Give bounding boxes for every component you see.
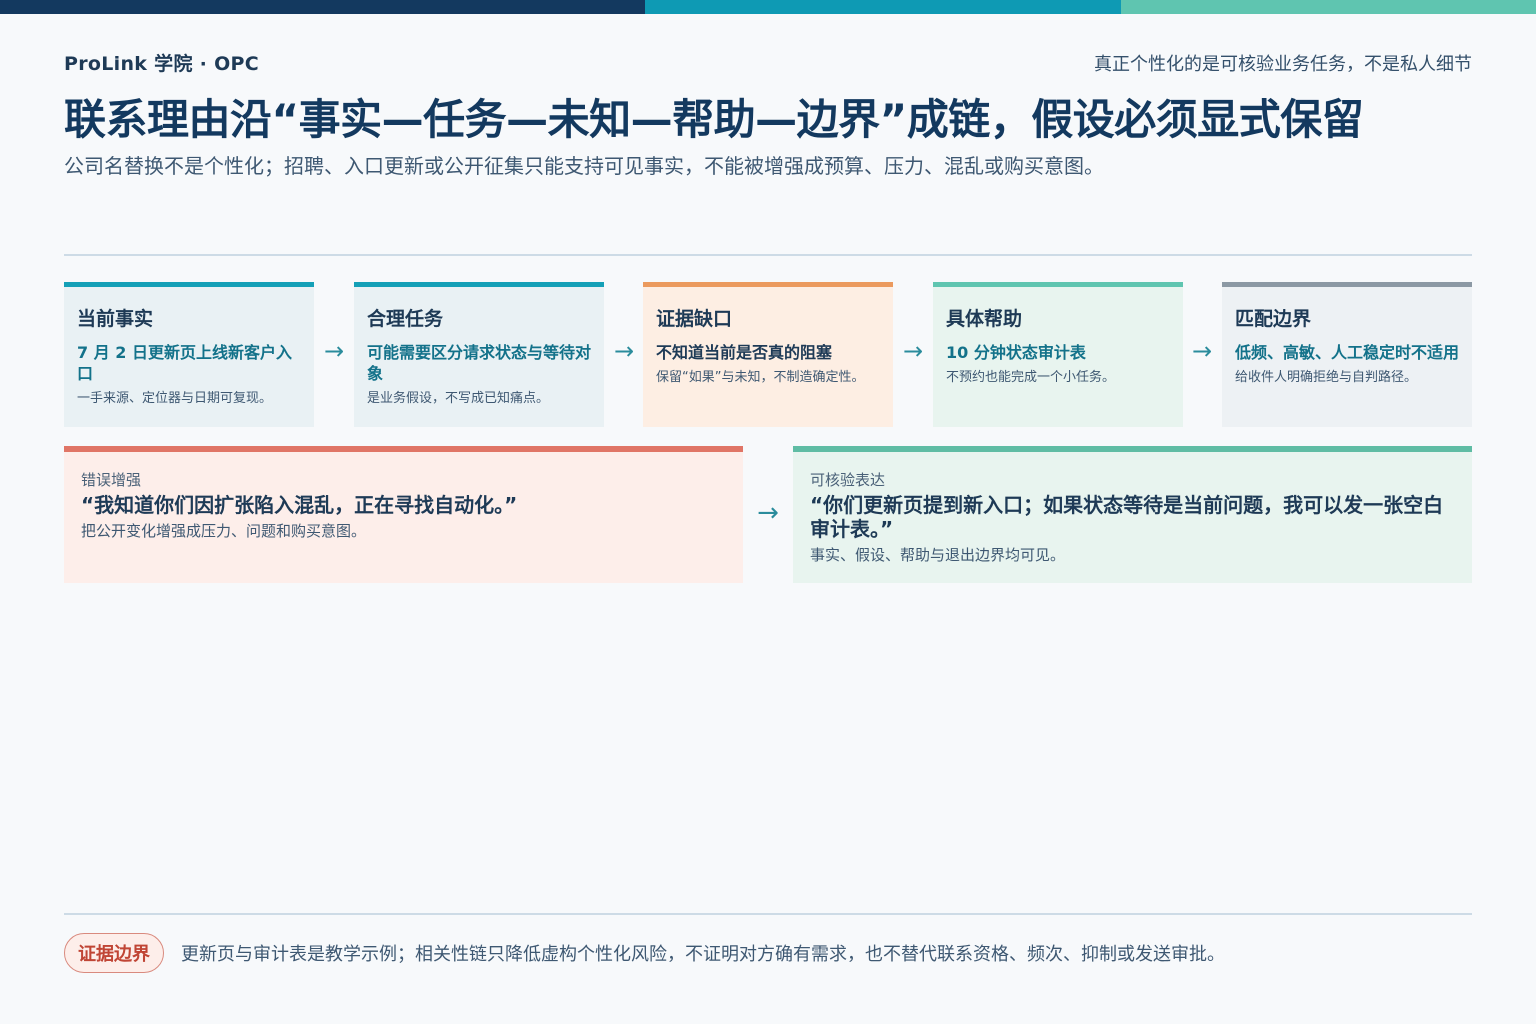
brand-label: ProLink 学院 · OPC [64, 53, 260, 75]
step-detail: 低频、高敏、人工稳定时不适用 [1235, 343, 1460, 362]
step-heading: 证据缺口 [656, 308, 733, 330]
step-detail: 可能需要区分请求状态与等待对象 [367, 343, 592, 383]
right-arrow-icon: → [902, 337, 924, 365]
card-label: 可核验表达 [810, 471, 886, 489]
step-detail: 不知道当前是否真的阻塞 [656, 343, 833, 362]
accent-segment-mint [1121, 0, 1536, 14]
right-arrow-icon: → [757, 498, 779, 528]
step-match-boundary: 匹配边界 低频、高敏、人工稳定时不适用 给收件人明确拒绝与自判路径。 [1222, 282, 1472, 427]
accent-segment-navy [0, 0, 645, 14]
tagline: 真正个性化的是可核验业务任务，不是私人细节 [1094, 54, 1472, 75]
card-quote: “你们更新页提到新入口；如果状态等待是当前问题，我可以发一张空白审计表。” [810, 493, 1444, 541]
footer-text: 更新页与审计表是教学示例；相关性链只降低虚构个性化风险，不证明对方确有需求，也不… [181, 944, 1225, 965]
step-detail: 7 月 2 日更新页上线新客户入口 [77, 343, 292, 383]
step-note: 不预约也能完成一个小任务。 [946, 370, 1116, 385]
step-heading: 匹配边界 [1235, 308, 1312, 330]
step-evidence-gap: 证据缺口 不知道当前是否真的阻塞 保留“如果”与未知，不制造确定性。 [643, 282, 893, 427]
right-arrow-icon: → [1191, 337, 1213, 365]
step-current-fact: 当前事实 7 月 2 日更新页上线新客户入口 一手来源、定位器与日期可复现。 [64, 282, 314, 427]
evidence-boundary-badge: 证据边界 [64, 933, 164, 973]
verifiable-expression-card: 可核验表达 “你们更新页提到新入口；如果状态等待是当前问题，我可以发一张空白审计… [793, 446, 1472, 583]
card-label: 错误增强 [81, 471, 142, 489]
step-note: 是业务假设，不写成已知痛点。 [367, 391, 550, 406]
top-accent-bar [0, 0, 1536, 14]
card-description: 事实、假设、帮助与退出边界均可见。 [810, 546, 1066, 564]
right-arrow-icon: → [323, 337, 345, 365]
relevance-chain: 当前事实 7 月 2 日更新页上线新客户入口 一手来源、定位器与日期可复现。 →… [64, 282, 1472, 427]
wrong-enhancement-card: 错误增强 “我知道你们因扩张陷入混乱，正在寻找自动化。” 把公开变化增强成压力、… [64, 446, 743, 583]
step-detail: 10 分钟状态审计表 [946, 343, 1086, 362]
comparison-panel: 错误增强 “我知道你们因扩张陷入混乱，正在寻找自动化。” 把公开变化增强成压力、… [64, 446, 1472, 583]
step-heading: 当前事实 [77, 308, 154, 330]
card-description: 把公开变化增强成压力、问题和购买意图。 [81, 522, 367, 540]
card-quote: “我知道你们因扩张陷入混乱，正在寻找自动化。” [81, 493, 518, 517]
right-arrow-icon: → [613, 337, 635, 365]
page-subtitle: 公司名替换不是个性化；招聘、入口更新或公开征集只能支持可见事实，不能被增强成预算… [64, 154, 1104, 178]
divider-top [64, 254, 1472, 256]
step-heading: 合理任务 [367, 308, 444, 330]
step-reasonable-task: 合理任务 可能需要区分请求状态与等待对象 是业务假设，不写成已知痛点。 [354, 282, 604, 427]
step-note: 一手来源、定位器与日期可复现。 [77, 391, 273, 406]
step-concrete-help: 具体帮助 10 分钟状态审计表 不预约也能完成一个小任务。 [933, 282, 1183, 427]
step-note: 保留“如果”与未知，不制造确定性。 [656, 370, 865, 385]
step-note: 给收件人明确拒绝与自判路径。 [1235, 370, 1418, 385]
step-heading: 具体帮助 [946, 308, 1023, 330]
page-title: 联系理由沿“事实—任务—未知—帮助—边界”成链，假设必须显式保留 [64, 95, 1364, 144]
footer-note: 证据边界 更新页与审计表是教学示例；相关性链只降低虚构个性化风险，不证明对方确有… [64, 933, 1472, 973]
accent-segment-teal [645, 0, 1121, 14]
divider-bottom [64, 913, 1472, 915]
